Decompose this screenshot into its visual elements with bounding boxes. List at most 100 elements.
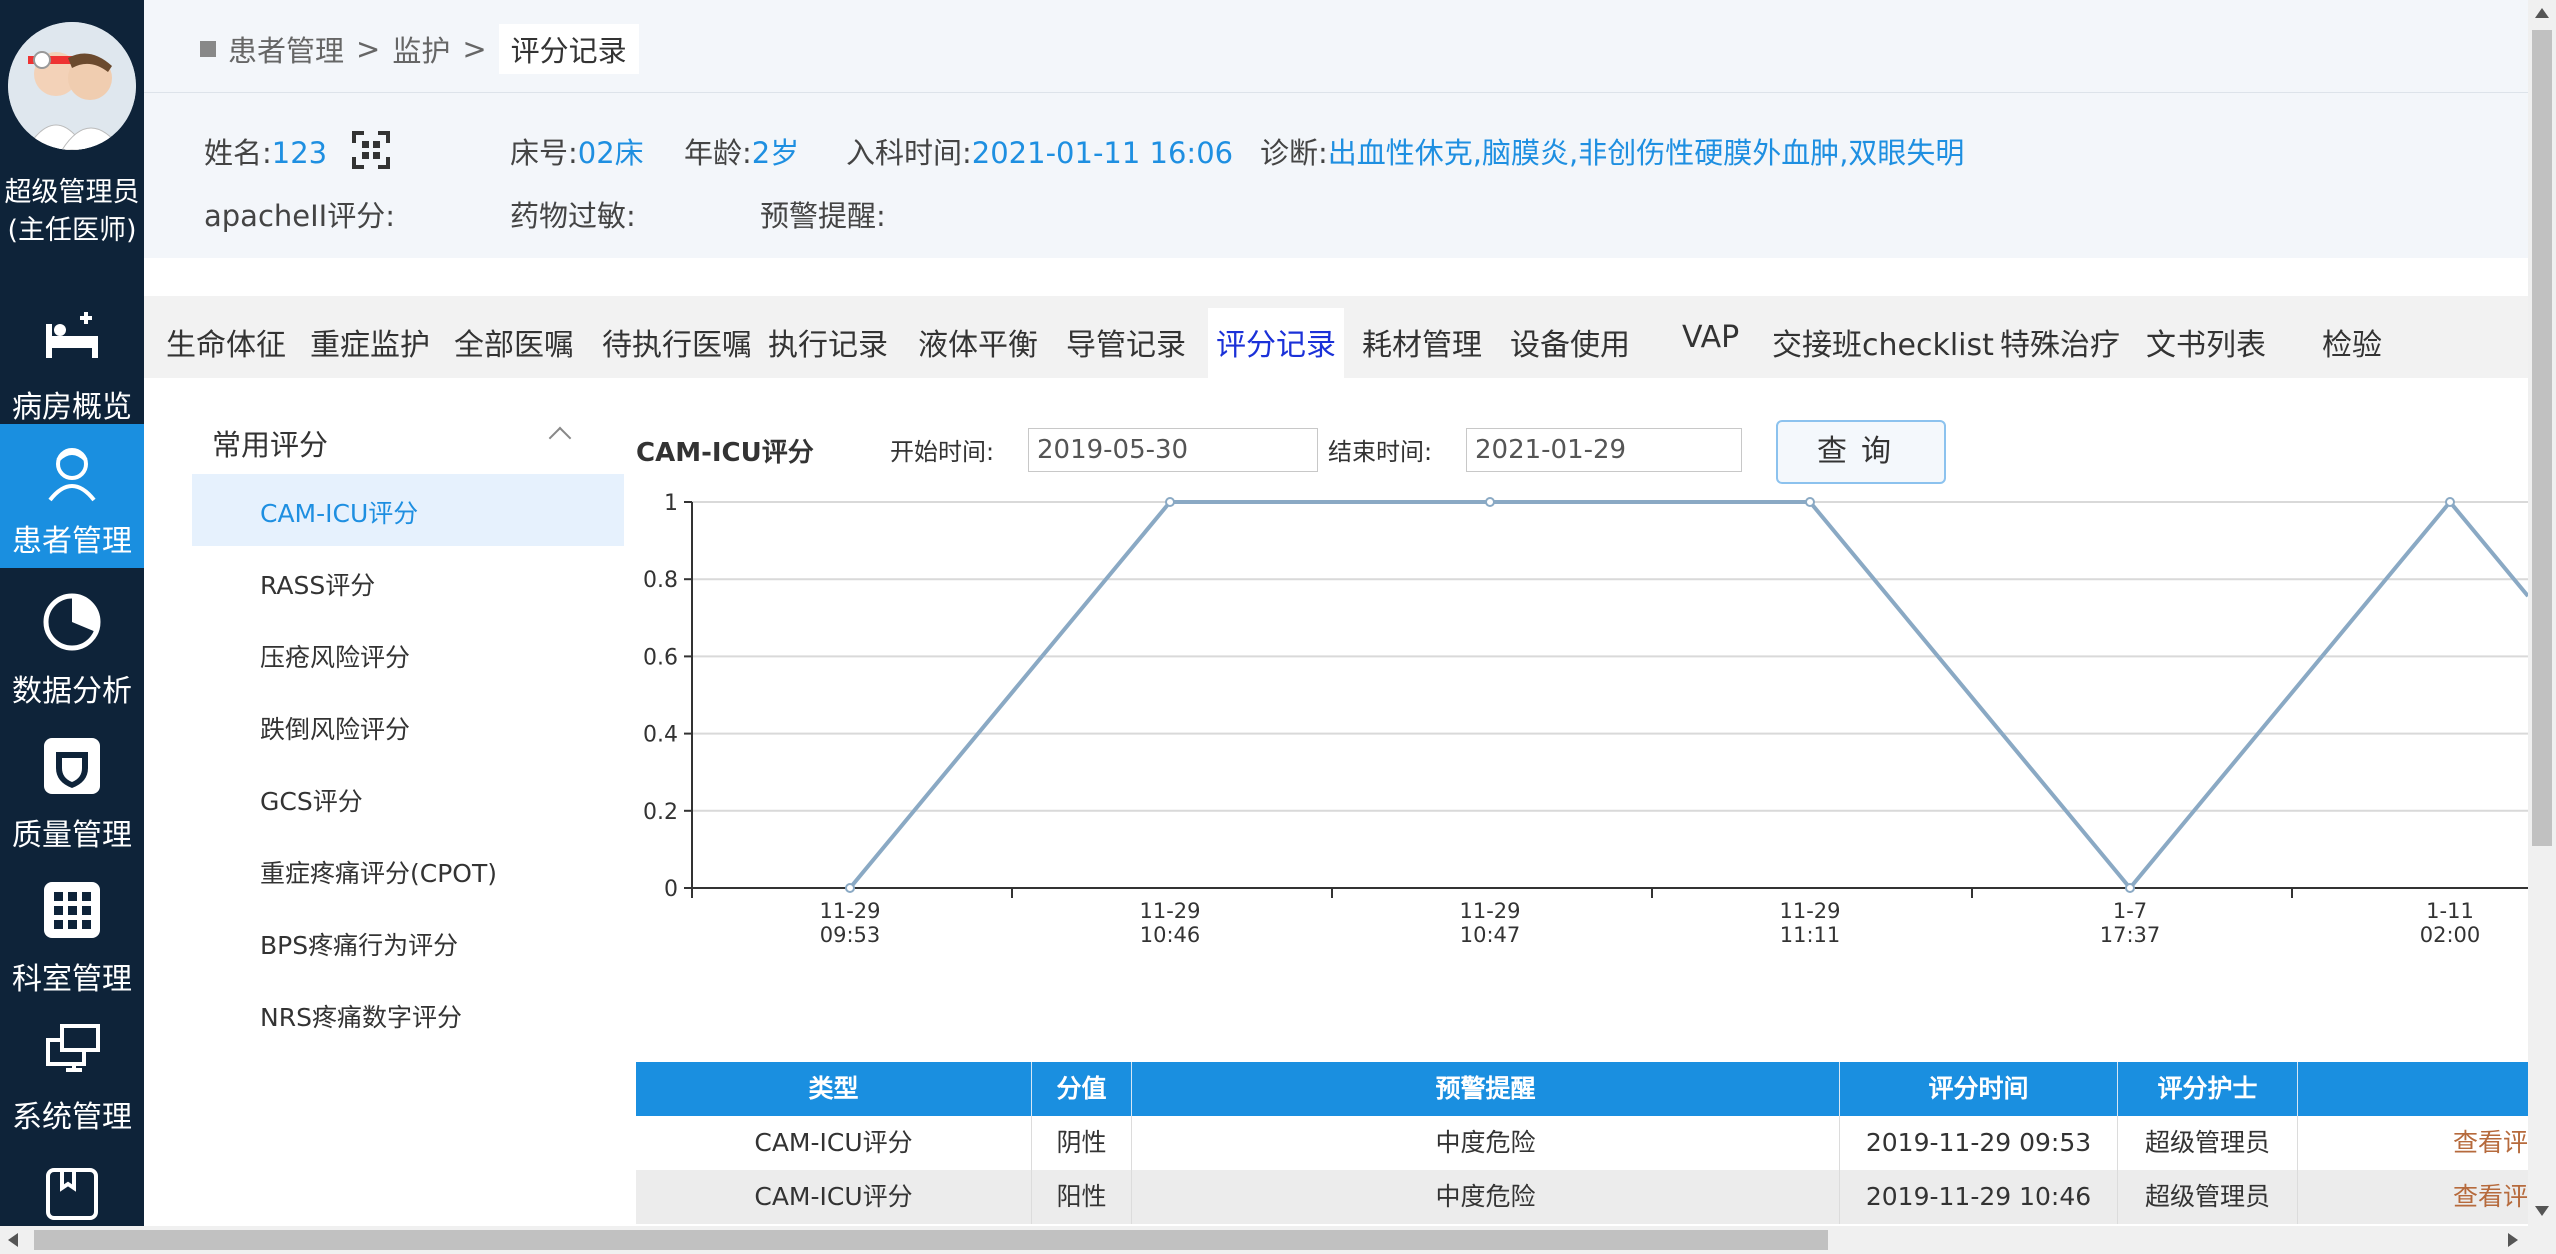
data-point	[845, 883, 855, 893]
tab-device-usage[interactable]: 设备使用	[1510, 320, 1630, 364]
horizontal-scrollbar[interactable]	[0, 1226, 2556, 1254]
tab-fluid-balance[interactable]: 液体平衡	[918, 320, 1038, 364]
horizontal-scroll-thumb[interactable]	[34, 1230, 1828, 1250]
cell-alert: 中度危险	[1132, 1116, 1840, 1170]
scroll-up-arrow-icon[interactable]	[2535, 8, 2549, 18]
data-point	[2125, 883, 2135, 893]
scroll-left-arrow-icon[interactable]	[8, 1233, 18, 1247]
menu-item-cpot[interactable]: 重症疼痛评分(CPOT)	[192, 834, 624, 906]
tab-handover-checklist[interactable]: 交接班checklist	[1772, 320, 1994, 364]
y-tick-label: 1	[664, 491, 678, 516]
tab-document-list[interactable]: 文书列表	[2146, 320, 2266, 364]
th-type: 类型	[636, 1062, 1032, 1116]
menu-item-rass[interactable]: RASS评分	[192, 546, 624, 618]
tab-bar: 生命体征 重症监护 全部医嘱 待执行医嘱 执行记录 液体平衡 导管记录 评分记录…	[144, 296, 2528, 378]
y-tick-label: 0.6	[643, 645, 678, 670]
menu-item-bps[interactable]: BPS疼痛行为评分	[192, 906, 624, 978]
y-tick-label: 0.8	[643, 568, 678, 593]
breadcrumb-separator: >	[462, 32, 487, 66]
view-score-link[interactable]: 查看评	[2298, 1170, 2528, 1224]
chevron-up-icon[interactable]	[548, 426, 572, 450]
x-tick-label-time: 09:53	[820, 923, 881, 947]
end-time-label: 结束时间:	[1328, 438, 1433, 466]
menu-item-gcs[interactable]: GCS评分	[192, 762, 624, 834]
th-nurse: 评分护士	[2118, 1062, 2298, 1116]
apache-score-label: apacheII评分:	[204, 199, 395, 233]
table-row: CAM-ICU评分 阳性 中度危险 2019-11-29 10:46 超级管理员…	[636, 1170, 2528, 1224]
archive-icon	[46, 1168, 98, 1220]
query-button[interactable]: 查询	[1776, 420, 1946, 484]
nav-quality-management[interactable]: 质量管理	[0, 718, 144, 858]
th-score: 分值	[1032, 1062, 1132, 1116]
nav-label: 质量管理	[12, 818, 132, 853]
scroll-down-arrow-icon[interactable]	[2535, 1206, 2549, 1216]
grid-icon	[44, 882, 100, 938]
user-name: 超级管理员	[4, 177, 140, 208]
tab-vital-signs[interactable]: 生命体征	[166, 320, 286, 364]
breadcrumb-link-patient[interactable]: 患者管理	[228, 28, 344, 70]
breadcrumb-square-icon	[200, 41, 216, 57]
cell-nurse: 超级管理员	[2118, 1116, 2298, 1170]
cell-time: 2019-11-29 09:53	[1840, 1116, 2118, 1170]
scroll-right-arrow-icon[interactable]	[2508, 1233, 2518, 1247]
table-header: 类型 分值 预警提醒 评分时间 评分护士	[636, 1062, 2528, 1116]
cell-nurse: 超级管理员	[2118, 1170, 2298, 1224]
patient-bed: 床号:02床	[510, 136, 644, 170]
breadcrumb-separator: >	[356, 32, 381, 66]
cell-type: CAM-ICU评分	[636, 1116, 1032, 1170]
menu-item-nrs[interactable]: NRS疼痛数字评分	[192, 978, 624, 1050]
tab-vap[interactable]: VAP	[1682, 320, 1739, 355]
nav-label: 患者管理	[12, 524, 132, 559]
view-score-link[interactable]: 查看评	[2298, 1116, 2528, 1170]
x-tick-label-date: 11-29	[1139, 899, 1200, 923]
nav-label: 科室管理	[12, 962, 132, 997]
menu-item-fall-risk[interactable]: 跌倒风险评分	[192, 690, 624, 762]
sidebar: 超级管理员 (主任医师) 病房概览 患者管理 数据分析 质量管理 科室管理 系统…	[0, 0, 144, 1254]
nav-data-analysis[interactable]: 数据分析	[0, 574, 144, 714]
nav-department-management[interactable]: 科室管理	[0, 862, 144, 1002]
cell-type: CAM-ICU评分	[636, 1170, 1032, 1224]
cell-score: 阴性	[1032, 1116, 1132, 1170]
tab-score-records[interactable]: 评分记录	[1208, 308, 1344, 378]
tab-consumables[interactable]: 耗材管理	[1362, 320, 1482, 364]
breadcrumb-link-monitor[interactable]: 监护	[392, 28, 450, 70]
y-tick-label: 0	[664, 877, 678, 902]
table-row: CAM-ICU评分 阴性 中度危险 2019-11-29 09:53 超级管理员…	[636, 1116, 2528, 1170]
x-tick-label-date: 11-29	[1459, 899, 1520, 923]
monitor-icon	[46, 1024, 100, 1072]
nav-system-management[interactable]: 系统管理	[0, 1000, 144, 1140]
patient-name: 姓名:123	[204, 136, 328, 170]
start-date-input[interactable]	[1028, 428, 1318, 472]
tab-catheter-records[interactable]: 导管记录	[1066, 320, 1186, 364]
tab-all-orders[interactable]: 全部医嘱	[454, 320, 574, 364]
qrcode-icon[interactable]	[352, 131, 390, 169]
tab-execution-records[interactable]: 执行记录	[768, 320, 888, 364]
breadcrumb-current: 评分记录	[498, 24, 639, 74]
cell-score: 阳性	[1032, 1170, 1132, 1224]
th-alert: 预警提醒	[1132, 1062, 1840, 1116]
end-date-input[interactable]	[1466, 428, 1742, 472]
tab-critical-monitor[interactable]: 重症监护	[310, 320, 430, 364]
vertical-scroll-thumb[interactable]	[2532, 30, 2552, 846]
menu-item-cam-icu[interactable]: CAM-ICU评分	[192, 474, 624, 546]
y-tick-label: 0.4	[643, 723, 678, 748]
nav-archive[interactable]	[0, 1144, 144, 1226]
nav-label: 系统管理	[12, 1100, 132, 1135]
th-actions	[2298, 1062, 2528, 1116]
patient-age: 年龄:2岁	[684, 136, 800, 170]
x-tick-label-date: 1-11	[2426, 899, 2474, 923]
chart-title: CAM-ICU评分	[636, 438, 814, 468]
nav-patient-management[interactable]: 患者管理	[0, 424, 144, 568]
tab-pending-orders[interactable]: 待执行医嘱	[602, 320, 752, 364]
vertical-scrollbar[interactable]	[2528, 0, 2556, 1226]
tab-lab-tests[interactable]: 检验	[2322, 320, 2382, 364]
menu-item-pressure-ulcer[interactable]: 压疮风险评分	[192, 618, 624, 690]
x-tick-label-time: 10:46	[1140, 923, 1201, 947]
user-role: (主任医师)	[7, 215, 137, 246]
menu-group-common-scores[interactable]: 常用评分	[212, 422, 328, 464]
data-point	[2445, 497, 2455, 507]
tab-special-treatment[interactable]: 特殊治疗	[2000, 320, 2120, 364]
nav-ward-overview[interactable]: 病房概览	[0, 290, 144, 430]
avatar[interactable]	[8, 22, 136, 150]
x-tick-label-date: 11-29	[1779, 899, 1840, 923]
